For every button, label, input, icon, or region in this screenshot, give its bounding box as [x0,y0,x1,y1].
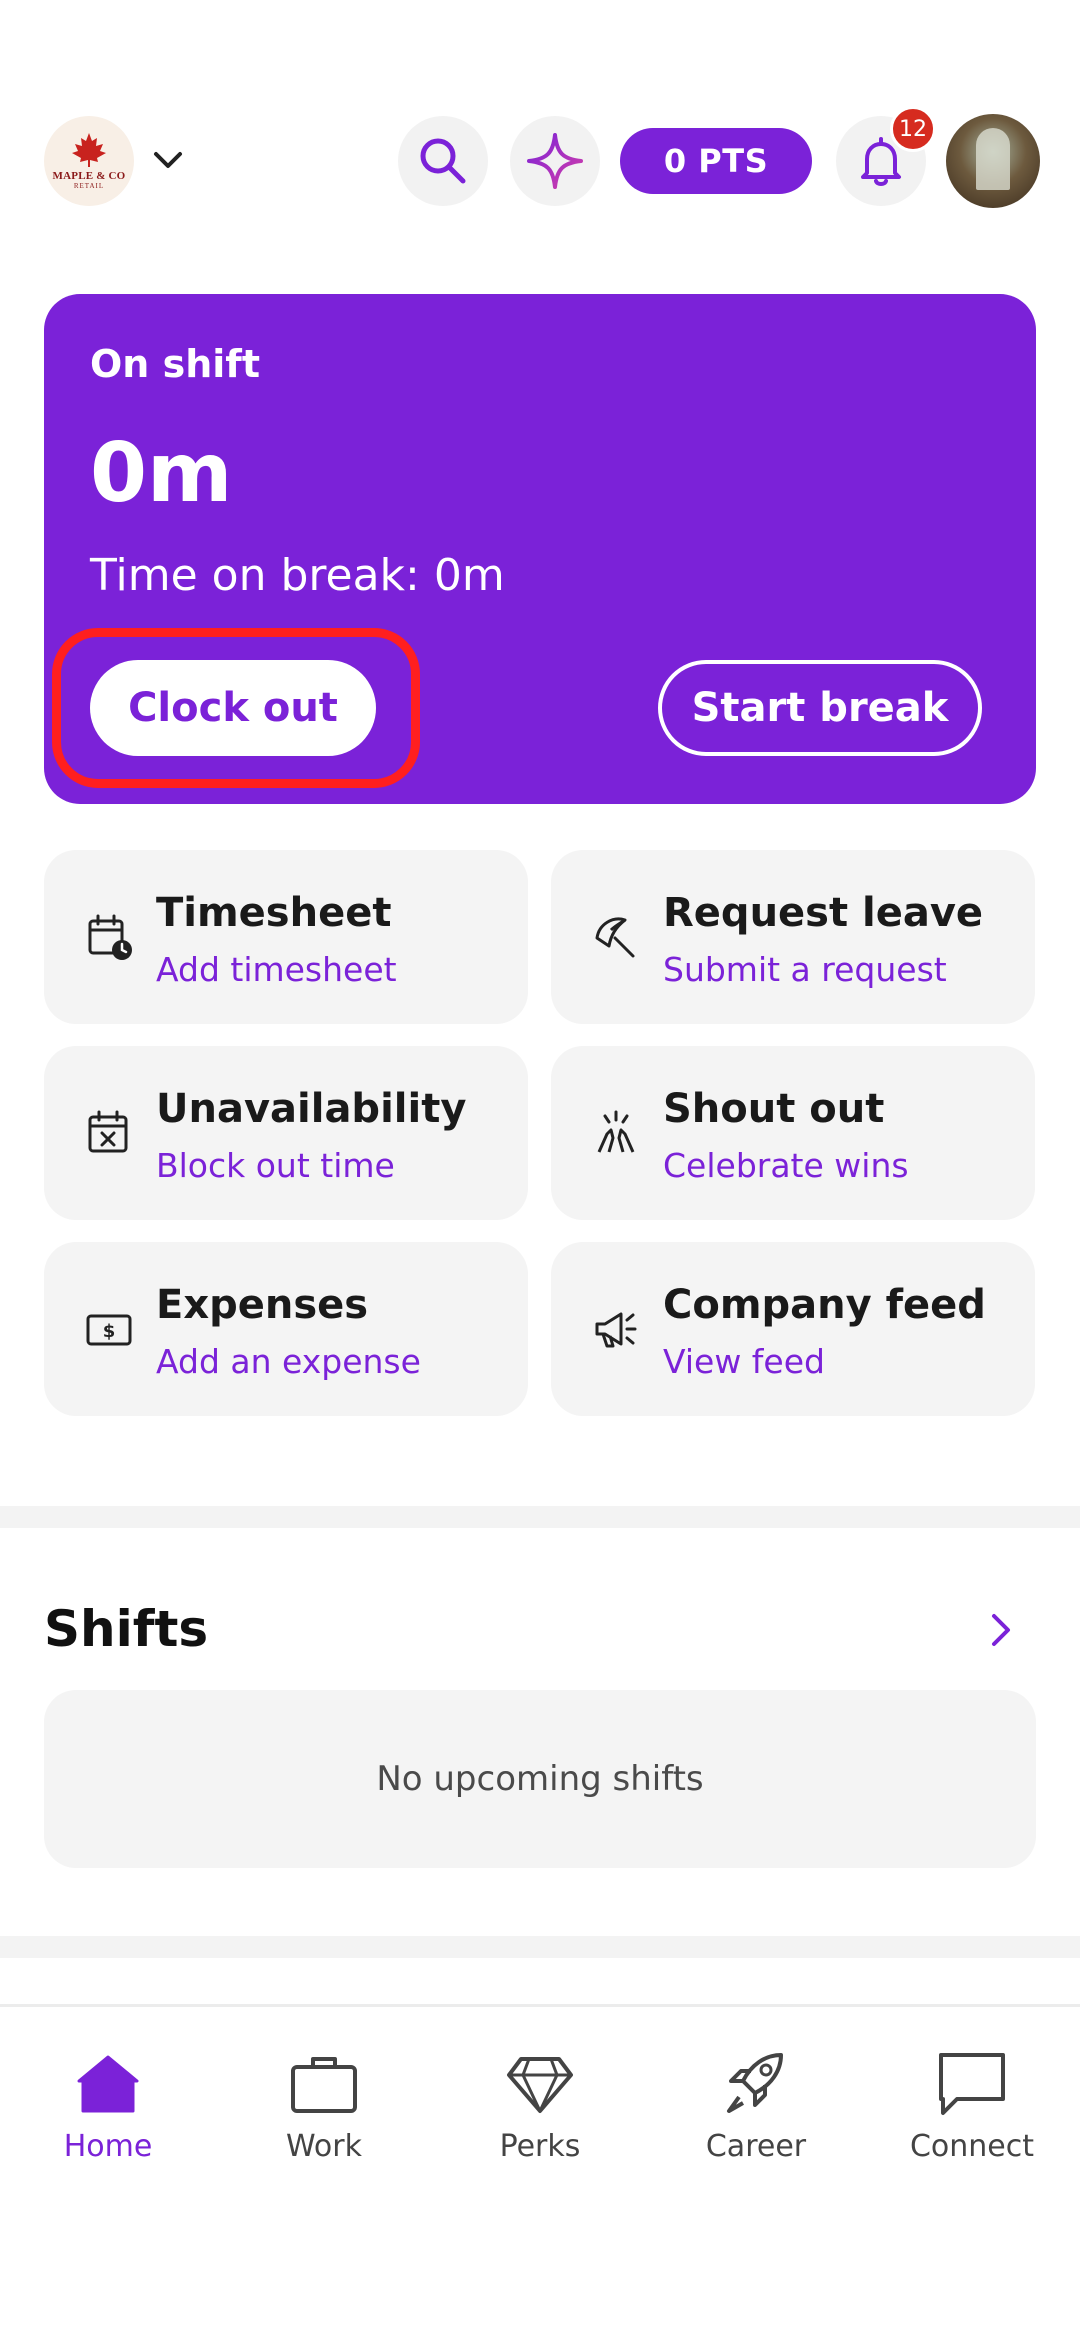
shift-duration: 0m [90,426,233,521]
nav-label: Home [63,2129,153,2164]
nav-connect[interactable]: Connect [872,2047,1072,2177]
tile-subtitle: Submit a request [663,950,947,989]
rocket-icon [727,2053,783,2113]
nav-home[interactable]: Home [8,2047,208,2177]
tile-request-leave[interactable]: Request leave Submit a request [551,850,1035,1024]
section-divider [0,1936,1080,1958]
section-divider [0,1506,1080,1528]
megaphone-icon [595,1312,637,1348]
avatar-photo-detail [976,128,1010,190]
nav-label: Work [286,2129,362,2164]
nav-career[interactable]: Career [656,2047,856,2177]
bottom-navigation: Home Work Perks Career Connect [0,2004,1080,2340]
tile-subtitle: Add timesheet [156,950,397,989]
diamond-icon [507,2057,573,2113]
maple-leaf-icon [72,133,106,167]
nav-label: Connect [909,2129,1035,2164]
clock-out-button[interactable]: Clock out [90,660,376,756]
search-button[interactable] [398,116,488,206]
calendar-x-icon [88,1110,128,1153]
chevron-down-icon[interactable] [150,146,186,176]
logo-text: MAPLE & CO [52,170,126,182]
dollar-bill-icon: $ [86,1314,132,1346]
shift-status-label: On shift [90,342,260,386]
section-title-shifts: Shifts [44,1600,209,1658]
svg-text:$: $ [103,1321,116,1342]
tile-subtitle: View feed [663,1342,825,1381]
sparkle-icon [527,133,583,189]
nav-work[interactable]: Work [224,2047,424,2177]
start-break-button[interactable]: Start break [658,660,982,756]
umbrella-icon [595,917,635,958]
search-icon [420,138,466,184]
break-time-label: Time on break: 0m [90,550,505,601]
avatar[interactable] [946,114,1040,208]
tile-title: Unavailability [156,1086,467,1132]
tile-expenses[interactable]: $ Expenses Add an expense [44,1242,528,1416]
tile-title: Request leave [663,890,984,936]
logo-subtext: RETAIL [73,182,105,190]
company-logo[interactable]: MAPLE & CO RETAIL [44,116,134,206]
app-header: MAPLE & CO RETAIL 0 PTS 12 [0,106,1080,210]
nav-label: Career [705,2129,807,2164]
clapping-hands-icon [597,1110,635,1153]
chat-bubble-icon [939,2053,1005,2115]
tile-subtitle: Celebrate wins [663,1146,909,1185]
tile-subtitle: Add an expense [156,1342,421,1381]
calendar-clock-icon [88,914,132,960]
tile-title: Company feed [663,1282,986,1328]
nav-perks[interactable]: Perks [440,2047,640,2177]
nav-label: Perks [499,2129,581,2164]
chevron-right-icon[interactable] [980,1610,1020,1650]
tile-title: Expenses [156,1282,369,1328]
tile-title: Timesheet [156,890,392,936]
notification-badge: 12 [890,106,936,152]
shifts-empty-state: No upcoming shifts [44,1690,1036,1868]
shift-status-card: On shift 0m Time on break: 0m Clock out … [44,294,1036,804]
home-icon [77,2055,139,2113]
tile-timesheet[interactable]: Timesheet Add timesheet [44,850,528,1024]
briefcase-icon [291,2057,357,2113]
tile-title: Shout out [663,1086,885,1132]
tile-subtitle: Block out time [156,1146,395,1185]
tile-company-feed[interactable]: Company feed View feed [551,1242,1035,1416]
ai-assistant-button[interactable] [510,116,600,206]
tile-unavailability[interactable]: Unavailability Block out time [44,1046,528,1220]
points-button[interactable]: 0 PTS [620,128,812,194]
tile-shout-out[interactable]: Shout out Celebrate wins [551,1046,1035,1220]
